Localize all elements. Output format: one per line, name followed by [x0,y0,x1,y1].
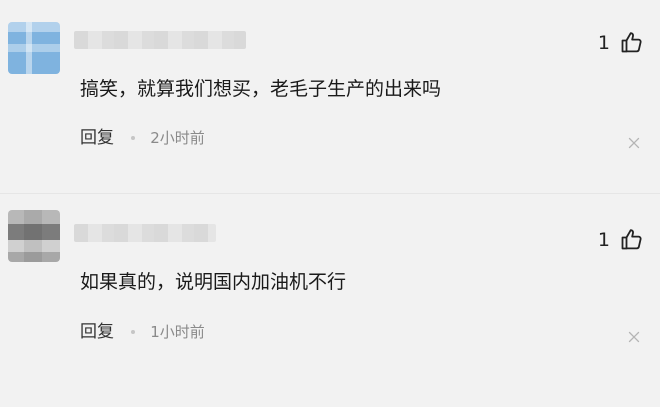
thumbs-up-icon[interactable] [620,227,644,251]
avatar[interactable] [8,22,60,74]
thumbs-up-icon[interactable] [620,30,644,54]
comment-text: 搞笑，就算我们想买，老毛子生产的出来吗 [80,78,442,100]
reply-button[interactable]: 回复 [80,126,114,150]
close-icon[interactable] [628,331,640,343]
comment-item: 1 搞笑，就算我们想买，老毛子生产的出来吗 回复 2小时前 [0,0,660,193]
comment-actions: 回复 1小时前 [80,320,205,344]
comment-item: 1 如果真的，说明国内加油机不行 回复 1小时前 [0,193,660,407]
like-count: 1 [597,229,610,251]
reply-button[interactable]: 回复 [80,320,114,344]
dot-separator [131,136,136,140]
timestamp: 1小时前 [150,323,205,341]
comment-text: 如果真的，说明国内加油机不行 [80,271,347,293]
close-icon[interactable] [628,137,640,149]
username-blurred[interactable] [74,31,246,49]
avatar[interactable] [8,210,60,262]
dot-separator [131,330,136,334]
like-count: 1 [597,32,610,54]
username-blurred[interactable] [74,224,216,242]
comment-actions: 回复 2小时前 [80,126,205,150]
timestamp: 2小时前 [150,129,205,147]
